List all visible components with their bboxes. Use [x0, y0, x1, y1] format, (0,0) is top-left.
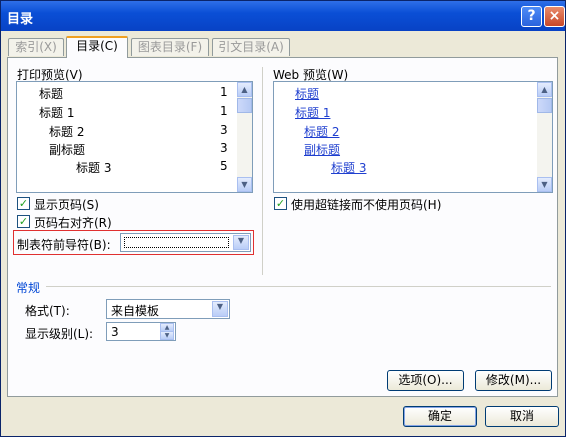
- web-link-h2[interactable]: 标题 2: [304, 123, 339, 140]
- arrow-up-icon[interactable]: ▲: [537, 82, 552, 97]
- print-page-5: 5: [220, 159, 228, 173]
- web-preview-scrollbar[interactable]: ▲ ▼: [537, 82, 552, 192]
- print-preview-scrollbar[interactable]: ▲ ▼: [237, 82, 252, 192]
- cancel-button[interactable]: 取消: [485, 406, 559, 427]
- format-select[interactable]: 来自模板 ▼: [106, 299, 230, 319]
- focus-rect: [124, 237, 229, 248]
- web-link-h3[interactable]: 标题 3: [331, 159, 366, 176]
- levels-value: 3: [111, 325, 119, 339]
- arrow-down-icon[interactable]: ▼: [237, 177, 252, 192]
- tab-leader-label: 制表符前导符(B):: [17, 238, 111, 252]
- show-page-numbers-checkbox[interactable]: ✓: [17, 197, 30, 210]
- format-label: 格式(T):: [25, 304, 70, 318]
- window-title: 目录: [7, 12, 34, 27]
- print-preview-box: 标题 1 标题 1 1 标题 2 3 副标题 3 标题 3 5 ▲ ▼: [16, 81, 253, 193]
- arrow-down-icon[interactable]: ▼: [160, 331, 174, 340]
- tab-leader-select[interactable]: ▼: [120, 233, 251, 252]
- ok-button[interactable]: 确定: [403, 406, 477, 427]
- arrow-up-icon[interactable]: ▲: [237, 82, 252, 97]
- web-preview-box: 标题 标题 1 标题 2 副标题 标题 3 ▲ ▼: [273, 81, 553, 193]
- web-link-h1[interactable]: 标题 1: [295, 104, 330, 121]
- print-line-h2: 标题 2: [49, 125, 85, 139]
- print-line-h3: 标题 3: [76, 161, 112, 175]
- show-page-numbers-label: 显示页码(S): [34, 198, 99, 212]
- print-line-h1: 标题 1: [39, 106, 75, 120]
- print-line-subtitle: 副标题: [49, 143, 86, 157]
- options-button[interactable]: 选项(O)...: [387, 370, 464, 391]
- toc-dialog: 目录 ? × 索引(X) 目录(C) 图表目录(F) 引文目录(A) 打印预览(…: [0, 0, 566, 437]
- web-link-title[interactable]: 标题: [295, 85, 319, 102]
- right-align-checkbox[interactable]: ✓: [17, 215, 30, 228]
- tab-index[interactable]: 索引(X): [8, 38, 64, 56]
- print-page-2: 1: [220, 104, 228, 118]
- vertical-divider: [262, 67, 263, 275]
- modify-button[interactable]: 修改(M)...: [475, 370, 552, 391]
- levels-spinner[interactable]: 3 ▲ ▼: [106, 322, 176, 341]
- print-line-title: 标题: [39, 87, 64, 101]
- chevron-down-icon[interactable]: ▼: [212, 301, 228, 317]
- levels-label: 显示级别(L):: [25, 327, 94, 341]
- right-align-label: 页码右对齐(R): [34, 216, 112, 230]
- help-button[interactable]: ?: [521, 6, 542, 27]
- tab-citations[interactable]: 引文目录(A): [212, 38, 290, 56]
- general-divider: [46, 286, 551, 287]
- print-page-3: 3: [220, 123, 228, 137]
- close-button[interactable]: ×: [544, 6, 565, 27]
- print-page-4: 3: [220, 141, 228, 155]
- chevron-down-icon[interactable]: ▼: [233, 235, 249, 250]
- print-page-1: 1: [220, 85, 228, 99]
- format-value: 来自模板: [111, 304, 160, 318]
- general-section-label: 常规: [16, 281, 41, 295]
- use-hyperlinks-checkbox[interactable]: ✓: [274, 197, 287, 210]
- tab-figures[interactable]: 图表目录(F): [131, 38, 209, 56]
- use-hyperlinks-label: 使用超链接而不使用页码(H): [291, 198, 442, 212]
- web-link-subtitle[interactable]: 副标题: [304, 141, 340, 158]
- tab-toc[interactable]: 目录(C): [66, 36, 128, 58]
- arrow-down-icon[interactable]: ▼: [537, 177, 552, 192]
- web-scroll-thumb[interactable]: [537, 98, 552, 113]
- title-bar: 目录 ? ×: [1, 1, 565, 31]
- print-scroll-thumb[interactable]: [237, 98, 252, 113]
